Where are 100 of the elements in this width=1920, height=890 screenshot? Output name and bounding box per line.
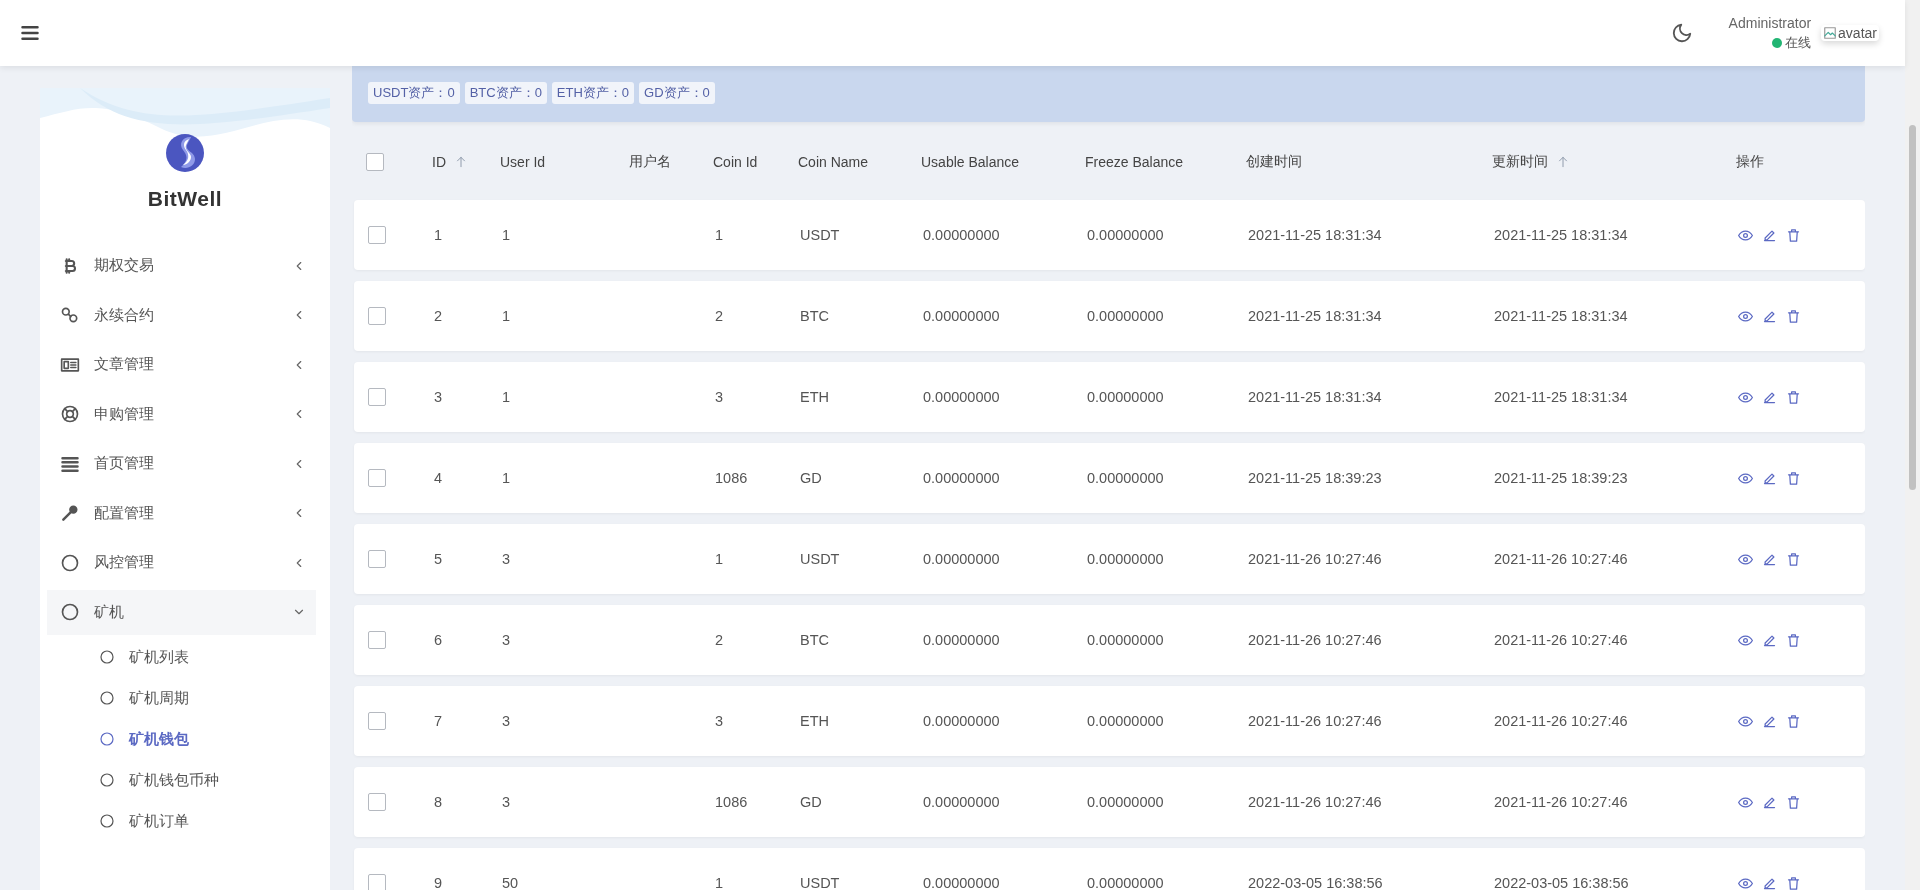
checkbox[interactable] [368, 631, 386, 649]
column-header[interactable]: Coin Id [713, 154, 758, 170]
table-cell-text: 2021-11-26 10:27:46 [1494, 713, 1629, 729]
checkbox[interactable] [368, 226, 386, 244]
checkbox[interactable] [368, 388, 386, 406]
table-cell-text: 0.00000000 [923, 308, 1001, 324]
circle-icon [99, 772, 115, 788]
table-cell-text: 0.00000000 [1087, 470, 1165, 486]
table-cell-text: 6 [434, 632, 444, 648]
eye-icon[interactable] [1738, 308, 1753, 324]
trash-icon[interactable] [1786, 794, 1801, 810]
trash-icon[interactable] [1786, 470, 1801, 486]
checkbox[interactable] [368, 469, 386, 487]
table-cell-text: 2021-11-25 18:31:34 [1248, 308, 1383, 324]
checkbox[interactable] [368, 550, 386, 568]
sidebar-subitem[interactable]: 矿机周期 [47, 677, 316, 719]
table-cell-text: 2021-11-25 18:39:23 [1494, 470, 1629, 486]
eye-icon[interactable] [1738, 713, 1753, 729]
table-cell-text: 0.00000000 [923, 551, 1001, 567]
column-header[interactable]: Usable Balance [921, 154, 1020, 170]
table-cell-text: 2022-03-05 16:38:56 [1494, 875, 1630, 890]
column-header[interactable]: 更新时间 [1492, 153, 1548, 171]
circle-icon [99, 690, 115, 706]
table-cell-text: 2021-11-25 18:31:34 [1494, 308, 1629, 324]
sidebar-item[interactable]: 文章管理 [47, 340, 316, 390]
logo-icon [165, 133, 205, 173]
trash-icon[interactable] [1786, 875, 1801, 890]
checkbox[interactable] [368, 793, 386, 811]
table-cell-text: 2021-11-26 10:27:46 [1494, 794, 1629, 810]
sidebar-subitem[interactable]: 矿机钱包 [47, 718, 316, 760]
table-cell-text: 1 [434, 227, 444, 243]
column-header[interactable]: User Id [500, 154, 546, 170]
eye-icon[interactable] [1738, 389, 1753, 405]
sidebar-subitem[interactable]: 矿机钱包币种 [47, 759, 316, 801]
table-cell-text: 2 [715, 308, 725, 324]
table-cell-text: 2021-11-25 18:31:34 [1248, 227, 1383, 243]
sidebar-item[interactable]: 风控管理 [47, 538, 316, 588]
table-cell-text: 3 [502, 632, 512, 648]
scrollbar-thumb[interactable] [1909, 125, 1916, 490]
sidebar-subitem[interactable]: 矿机列表 [47, 636, 316, 678]
avatar[interactable]: avatar [1821, 25, 1879, 41]
stat-tag: BTC资产：0 [464, 82, 547, 104]
menu-icon[interactable] [20, 23, 40, 43]
trash-icon[interactable] [1786, 632, 1801, 648]
circle-icon [60, 552, 80, 573]
table-cell-text: 3 [502, 713, 512, 729]
sidebar-item[interactable]: 申购管理 [47, 389, 316, 439]
column-header[interactable]: 创建时间 [1246, 153, 1302, 171]
eye-icon[interactable] [1738, 794, 1753, 810]
sidebar-item[interactable]: 配置管理 [47, 488, 316, 538]
column-header[interactable]: Freeze Balance [1085, 154, 1184, 170]
checkbox[interactable] [368, 307, 386, 325]
brand-name: BitWell [147, 187, 223, 211]
table-cell-text: 2021-11-26 10:27:46 [1248, 713, 1383, 729]
table-cell-text: 1 [715, 227, 725, 243]
table-cell-text: 2021-11-25 18:39:23 [1248, 470, 1383, 486]
moon-icon[interactable] [1670, 22, 1693, 44]
checkbox[interactable] [368, 874, 386, 890]
checkbox[interactable] [368, 712, 386, 730]
table-cell-text: 3 [715, 389, 725, 405]
circle-icon [99, 731, 115, 747]
table-cell-text: 0.00000000 [1087, 308, 1165, 324]
table-cell-text: 2021-11-25 18:31:34 [1248, 389, 1383, 405]
table-cell-text: 2021-11-25 18:31:34 [1494, 227, 1629, 243]
stat-tag: ETH资产：0 [551, 82, 635, 104]
table-cell-text: 2021-11-26 10:27:46 [1494, 551, 1629, 567]
table-cell-text: 7 [434, 713, 444, 729]
table-cell-text: BTC [800, 308, 830, 324]
eye-icon[interactable] [1738, 470, 1753, 486]
eye-icon[interactable] [1738, 632, 1753, 648]
table-cell-text: 2021-11-26 10:27:46 [1248, 551, 1383, 567]
sidebar-item[interactable]: 期权交易 [47, 241, 316, 291]
table-cell-text: 2021-11-26 10:27:46 [1248, 794, 1383, 810]
eye-icon[interactable] [1738, 875, 1753, 890]
trash-icon[interactable] [1786, 227, 1801, 243]
trash-icon[interactable] [1786, 389, 1801, 405]
eye-icon[interactable] [1738, 227, 1753, 243]
sidebar-item[interactable]: 首页管理 [47, 439, 316, 489]
table-cell-text: 0.00000000 [923, 794, 1001, 810]
column-header[interactable]: 操作 [1736, 153, 1764, 171]
table-cell-text: 0.00000000 [923, 470, 1001, 486]
table-cell-text: 2021-11-26 10:27:46 [1494, 632, 1629, 648]
checkbox[interactable] [366, 153, 384, 171]
status-text: 在线 [1785, 33, 1812, 52]
sidebar-subitem[interactable]: 矿机订单 [47, 800, 316, 842]
trash-icon[interactable] [1786, 713, 1801, 729]
column-header[interactable]: ID [432, 154, 446, 170]
circle-icon [99, 649, 115, 665]
table-cell-text: 2 [715, 632, 725, 648]
eye-icon[interactable] [1738, 551, 1753, 567]
trash-icon[interactable] [1786, 308, 1801, 324]
table-cell-text: USDT [800, 227, 841, 243]
column-header[interactable]: Coin Name [798, 154, 869, 170]
trash-icon[interactable] [1786, 551, 1801, 567]
sidebar-item[interactable]: 永续合约 [47, 290, 316, 340]
column-header[interactable]: 用户名 [629, 153, 671, 171]
sidebar-item[interactable]: 矿机 [47, 589, 316, 635]
table-cell-text: USDT [800, 551, 841, 567]
table-cell-text: 4 [434, 470, 444, 486]
table-cell-text: 0.00000000 [923, 713, 1001, 729]
